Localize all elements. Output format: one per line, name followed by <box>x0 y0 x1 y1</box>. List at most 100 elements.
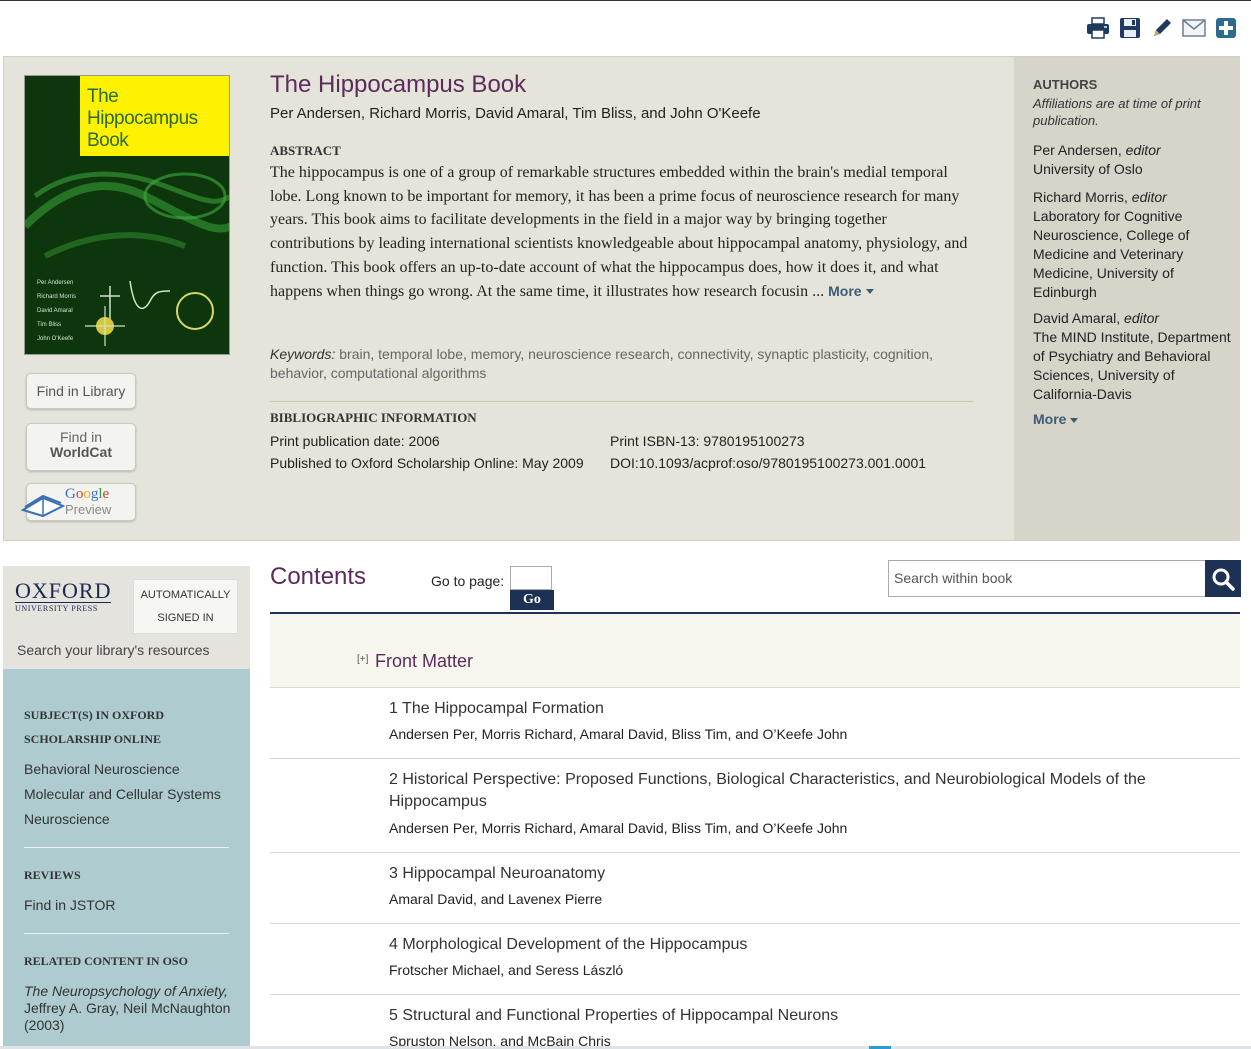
author-entry: Per Andersen, editor University of Oslo <box>1033 141 1233 179</box>
library-panel: OXFORD UNIVERSITY PRESS AUTOMATICALLY SI… <box>3 566 250 669</box>
front-matter-row: [+] Front Matter <box>270 614 1240 688</box>
pencil-icon[interactable] <box>1150 16 1174 40</box>
worldcat-label-top: Find in <box>59 429 103 445</box>
abstract-body-text: The hippocampus is one of a group of rem… <box>270 164 968 300</box>
sidebar: SUBJECT(S) IN OXFORD SCHOLARSHIP ONLINE … <box>3 669 250 1049</box>
related-title: The Neuropsychology of Anxiety, <box>24 983 228 999</box>
open-book-icon <box>21 494 65 518</box>
abstract-more-link[interactable]: More <box>828 283 874 299</box>
keyword-link[interactable]: memory <box>471 346 521 362</box>
author-role: editor <box>1124 310 1160 326</box>
google-preview-label: Google Preview <box>65 486 112 518</box>
author-affiliation: University of Oslo <box>1033 161 1143 177</box>
author-name: Per Andersen, <box>1033 142 1122 158</box>
contents-title: Contents <box>270 563 367 590</box>
keyword-link[interactable]: behavior <box>270 365 323 381</box>
search-library-link[interactable]: Search your library's resources <box>17 642 210 658</box>
keyword-link[interactable]: brain <box>339 346 370 362</box>
find-in-worldcat-button[interactable]: Find in WorldCat <box>26 423 136 471</box>
author-entry: David Amaral, editor The MIND Institute,… <box>1033 309 1233 404</box>
chapter-title-link[interactable]: 4 Morphological Development of the Hippo… <box>389 934 1179 956</box>
keywords: Keywords: brain, temporal lobe, memory, … <box>270 346 934 381</box>
chapter-row: 4 Morphological Development of the Hippo… <box>270 924 1240 995</box>
book-cover[interactable]: The Hippocampus Book Per Andersen Richar… <box>24 75 230 355</box>
chevron-down-icon <box>1070 417 1079 423</box>
keyword-link[interactable]: synaptic plasticity <box>757 346 865 362</box>
search-button[interactable] <box>1205 560 1241 597</box>
subjects-heading: SUBJECT(S) IN OXFORD SCHOLARSHIP ONLINE <box>24 708 165 746</box>
divider <box>270 401 974 402</box>
find-in-jstor-link[interactable]: Find in JSTOR <box>24 897 116 913</box>
chapter-row: 3 Hippocampal Neuroanatomy Amaral David,… <box>270 853 1240 924</box>
find-in-library-button[interactable]: Find in Library <box>26 373 136 409</box>
subject-link[interactable]: Molecular and Cellular Systems <box>24 786 221 802</box>
related-item[interactable]: The Neuropsychology of Anxiety, Jeffrey … <box>24 983 239 1034</box>
go-to-page-label: Go to page: <box>431 573 505 589</box>
doi: DOI:10.1093/acprof:oso/9780195100273.001… <box>610 455 927 471</box>
page-number-input[interactable] <box>510 566 552 590</box>
divider <box>24 933 229 934</box>
worldcat-label-bottom: WorldCat <box>50 444 112 460</box>
search-within-book-input[interactable]: Search within book <box>888 560 1206 597</box>
author-role: editor <box>1131 189 1167 205</box>
subject-link[interactable]: Behavioral Neuroscience <box>24 761 180 777</box>
expand-toggle[interactable]: [+] <box>357 654 368 665</box>
reviews-heading: REVIEWS <box>24 868 81 882</box>
book-header-panel: The Hippocampus Book Per Andersen Richar… <box>3 56 1240 541</box>
author-entry: Richard Morris, editor Laboratory for Co… <box>1033 188 1233 302</box>
chapter-title-link[interactable]: 1 The Hippocampal Formation <box>389 698 1179 720</box>
print-publication-date: Print publication date: 2006 <box>270 433 440 449</box>
online-publication-date: Published to Oxford Scholarship Online: … <box>270 455 584 471</box>
save-icon[interactable] <box>1118 16 1142 40</box>
chapter-authors: Amaral David, and Lavenex Pierre <box>389 891 603 907</box>
google-preview-button[interactable]: Google Preview <box>21 483 136 521</box>
go-button[interactable]: Go <box>510 590 554 610</box>
abstract-heading: ABSTRACT <box>270 143 341 158</box>
chapter-row: 2 Historical Perspective: Proposed Funct… <box>270 759 1240 853</box>
abstract-text: The hippocampus is one of a group of rem… <box>270 161 974 303</box>
affiliation-note: Affiliations are at time of print public… <box>1033 96 1201 128</box>
author-affiliation: Laboratory for Cognitive Neuroscience, C… <box>1033 208 1190 300</box>
divider <box>24 847 229 848</box>
keyword-link[interactable]: neuroscience research <box>528 346 670 362</box>
preview-label: Preview <box>65 502 112 517</box>
chapter-title-link[interactable]: 2 Historical Perspective: Proposed Funct… <box>389 769 1179 813</box>
authors-heading: AUTHORS <box>1033 77 1098 92</box>
print-icon[interactable] <box>1086 16 1110 40</box>
author-name: David Amaral, <box>1033 310 1121 326</box>
top-border <box>0 0 1251 1</box>
keywords-label: Keywords: <box>270 346 336 362</box>
chapter-row: 5 Structural and Functional Properties o… <box>270 995 1240 1049</box>
chapter-authors: Frotscher Michael, and Seress László <box>389 962 624 978</box>
related-content-heading: RELATED CONTENT IN OSO <box>24 954 188 968</box>
keyword-link[interactable]: temporal lobe <box>378 346 463 362</box>
bibliographic-heading: BIBLIOGRAPHIC INFORMATION <box>270 410 477 425</box>
chapter-title-link[interactable]: 5 Structural and Functional Properties o… <box>389 1005 1179 1027</box>
logo-university-press: UNIVERSITY PRESS <box>15 602 111 613</box>
keyword-link[interactable]: cognition <box>873 346 929 362</box>
plus-icon[interactable] <box>1214 16 1238 40</box>
book-title: The Hippocampus Book <box>270 71 527 98</box>
signed-in-status: AUTOMATICALLY SIGNED IN <box>133 579 238 634</box>
chevron-down-icon <box>865 289 874 295</box>
book-authors: Per Andersen, Richard Morris, David Amar… <box>270 105 761 122</box>
front-matter-link[interactable]: Front Matter <box>375 651 473 672</box>
chapter-title-link[interactable]: 3 Hippocampal Neuroanatomy <box>389 863 1179 885</box>
print-isbn: Print ISBN-13: 9780195100273 <box>610 433 805 449</box>
page-toolbar <box>1086 16 1238 40</box>
author-affiliation: The MIND Institute, Department of Psychi… <box>1033 329 1231 402</box>
cover-editor-names: Per Andersen Richard Morris David Amaral… <box>37 280 77 342</box>
author-name: Richard Morris, <box>1033 189 1128 205</box>
oup-logo[interactable]: OXFORD UNIVERSITY PRESS <box>15 580 111 613</box>
subject-link[interactable]: Neuroscience <box>24 811 110 827</box>
google-wordmark: Google <box>65 486 110 502</box>
keyword-link[interactable]: computational algorithms <box>331 365 487 381</box>
author-role: editor <box>1125 142 1161 158</box>
authors-panel: AUTHORS Affiliations are at time of prin… <box>1014 57 1240 540</box>
search-icon <box>1212 568 1235 591</box>
keyword-link[interactable]: connectivity <box>678 346 750 362</box>
authors-more-link[interactable]: More <box>1033 411 1079 427</box>
email-icon[interactable] <box>1182 16 1206 40</box>
chapter-authors: Andersen Per, Morris Richard, Amaral Dav… <box>389 726 848 742</box>
cover-title: The Hippocampus Book <box>87 86 198 151</box>
